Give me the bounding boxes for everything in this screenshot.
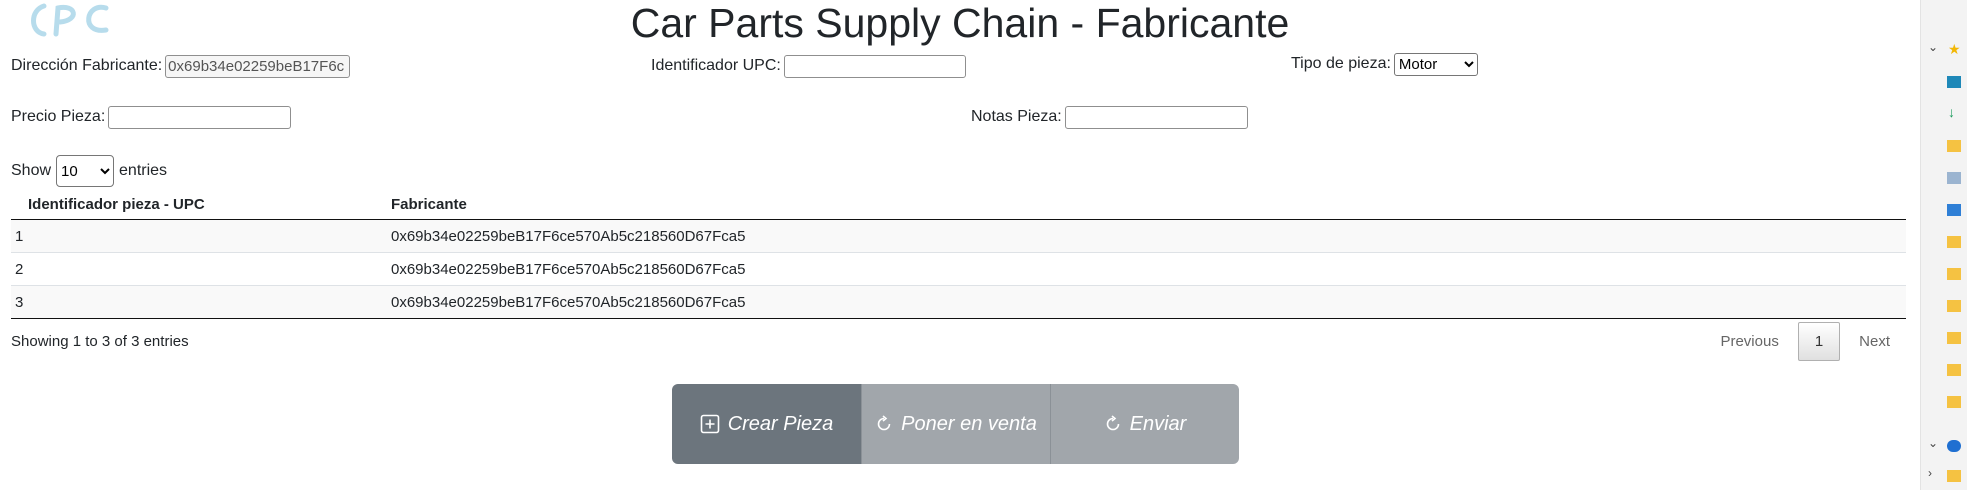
table-header-row: Identificador pieza - UPC Fabricante — [11, 189, 1906, 220]
table-info: Showing 1 to 3 of 3 entries — [11, 333, 189, 350]
manufacturer-input[interactable] — [165, 54, 351, 78]
plus-square-icon — [700, 414, 719, 434]
download-icon[interactable]: ↓ — [1948, 104, 1955, 120]
bookmark-icon[interactable] — [1947, 172, 1961, 184]
cell-manufacturer: 0x69b34e02259beB17F6ce570Ab5c218560D67Fc… — [391, 285, 1906, 319]
parts-table: Identificador pieza - UPC Fabricante 1 0… — [11, 189, 1906, 319]
cloud-icon[interactable] — [1947, 440, 1961, 452]
upc-label: Identificador UPC: — [651, 57, 781, 74]
pagination: Previous 1 Next — [1706, 322, 1904, 361]
cell-manufacturer: 0x69b34e02259beB17F6ce570Ab5c218560D67Fc… — [391, 252, 1906, 286]
app-icon[interactable] — [1947, 76, 1961, 88]
refresh-icon — [877, 415, 891, 431]
browser-favorites-sidebar: ⌄ ★ ↓ ⌄ › — [1920, 0, 1967, 490]
entries-select[interactable]: 10 — [56, 155, 115, 187]
upc-input[interactable] — [783, 54, 966, 78]
notes-label: Notas Pieza: — [971, 108, 1062, 125]
cell-upc: 3 — [11, 285, 391, 319]
part-type-label: Tipo de pieza: — [1291, 55, 1391, 72]
chevron-right-icon[interactable]: › — [1928, 466, 1932, 480]
table-row: 1 0x69b34e02259beB17F6ce570Ab5c218560D67… — [11, 219, 1906, 253]
manufacturer-field: Dirección Fabricante: — [11, 54, 351, 78]
price-input[interactable] — [108, 105, 292, 129]
table-length-control: Show 10 entries — [11, 155, 167, 187]
star-icon[interactable]: ★ — [1948, 41, 1961, 58]
page-scrollbar[interactable] — [1908, 0, 1920, 490]
cell-manufacturer: 0x69b34e02259beB17F6ce570Ab5c218560D67Fc… — [391, 219, 1906, 253]
send-label: Enviar — [1129, 412, 1187, 435]
manufacturer-label: Dirección Fabricante: — [11, 57, 163, 74]
chevron-down-icon[interactable]: ⌄ — [1928, 40, 1938, 54]
folder-icon[interactable] — [1947, 332, 1961, 344]
create-part-button[interactable]: Crear Pieza — [672, 384, 861, 464]
folder-icon[interactable] — [1947, 396, 1961, 408]
sell-button[interactable]: Poner en venta — [861, 384, 1050, 464]
notes-field: Notas Pieza: — [971, 105, 1248, 129]
part-type-field: Tipo de pieza: Motor — [1291, 52, 1478, 76]
table-row: 3 0x69b34e02259beB17F6ce570Ab5c218560D67… — [11, 285, 1906, 319]
column-header-manufacturer[interactable]: Fabricante — [391, 189, 1906, 220]
folder-icon[interactable] — [1947, 300, 1961, 312]
cell-upc: 2 — [11, 252, 391, 286]
folder-icon[interactable] — [1947, 364, 1961, 376]
column-header-upc[interactable]: Identificador pieza - UPC — [11, 189, 391, 220]
next-button[interactable]: Next — [1845, 323, 1904, 360]
page-title: Car Parts Supply Chain - Fabricante — [630, 0, 1290, 46]
action-button-group: Crear Pieza Poner en venta Enviar — [672, 384, 1239, 464]
table-row: 2 0x69b34e02259beB17F6ce570Ab5c218560D67… — [11, 252, 1906, 286]
page-1-button[interactable]: 1 — [1797, 322, 1841, 361]
entries-label: entries — [119, 162, 168, 179]
previous-button[interactable]: Previous — [1706, 323, 1792, 360]
price-label: Precio Pieza: — [11, 108, 106, 125]
price-field: Precio Pieza: — [11, 105, 292, 129]
image-icon[interactable] — [1947, 204, 1961, 216]
sell-label: Poner en venta — [901, 412, 1037, 435]
cell-upc: 1 — [11, 219, 391, 253]
notes-input[interactable] — [1064, 105, 1248, 129]
show-label: Show — [11, 162, 52, 179]
part-type-select[interactable]: Motor — [1393, 52, 1478, 76]
folder-icon[interactable] — [1947, 470, 1961, 482]
upc-field: Identificador UPC: — [651, 54, 966, 78]
refresh-icon — [1106, 415, 1119, 431]
create-part-label: Crear Pieza — [727, 412, 834, 435]
folder-icon[interactable] — [1947, 140, 1961, 152]
send-button[interactable]: Enviar — [1050, 384, 1239, 464]
folder-icon[interactable] — [1947, 268, 1961, 280]
folder-icon[interactable] — [1947, 236, 1961, 248]
chevron-down-icon[interactable]: ⌄ — [1928, 436, 1938, 450]
